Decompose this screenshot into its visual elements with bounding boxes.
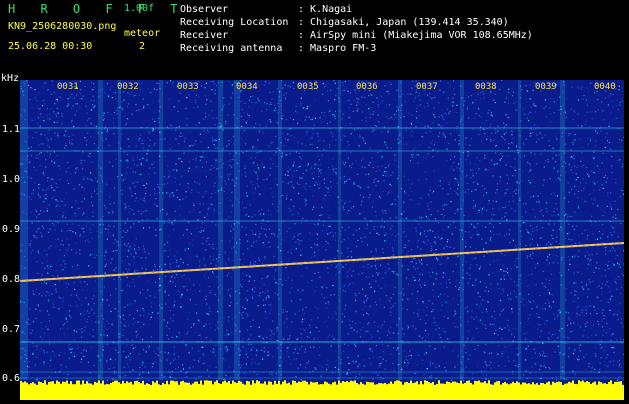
x-tick-label: 0036: [356, 82, 378, 92]
y-tick-label: 0.8: [2, 274, 20, 285]
observer-value: : K.Nagai: [298, 4, 352, 15]
x-tick-label: 0037: [416, 82, 438, 92]
file-name: KN9_2506280030.png: [8, 21, 116, 32]
x-tick-label: 0034: [236, 82, 258, 92]
app-version: 1.00f: [124, 3, 154, 14]
x-tick-label: 0039: [535, 82, 557, 92]
x-tick-label: 0035: [297, 82, 319, 92]
x-tick-label: 0040: [594, 82, 616, 92]
y-tick-label: 1.0: [2, 174, 20, 185]
antenna-value: : Maspro FM-3: [298, 43, 376, 54]
y-axis-unit: kHz: [1, 73, 19, 84]
x-tick-label: 0033: [177, 82, 199, 92]
meteor-label: meteor: [124, 28, 160, 39]
location-label: Receiving Location: [180, 16, 298, 29]
spectrogram: [20, 80, 624, 400]
station-metadata: Observer: K.Nagai Receiving Location: Ch…: [180, 3, 533, 55]
receiver-label: Receiver: [180, 29, 298, 42]
x-tick-label: 0032: [117, 82, 139, 92]
info-header: H R O F F T 1.00f KN9_2506280030.png met…: [0, 0, 629, 78]
y-tick-label: 0.7: [2, 324, 20, 335]
y-tick-label: 1.1: [2, 124, 20, 135]
spectrogram-canvas: [20, 80, 624, 400]
location-value: : Chigasaki, Japan (139.414 35.340): [298, 17, 509, 28]
x-tick-label: 0031: [57, 82, 79, 92]
observer-label: Observer: [180, 3, 298, 16]
x-tick-label: 0038: [475, 82, 497, 92]
receiver-value: : AirSpy mini (Miakejima VOR 108.65MHz): [298, 30, 533, 41]
y-tick-label: 0.9: [2, 224, 20, 235]
app-name: H R O F F T: [8, 2, 186, 16]
capture-datetime: 25.06.28 00:30: [8, 41, 92, 52]
antenna-label: Receiving antenna: [180, 42, 298, 55]
y-tick-label: 0.6: [2, 373, 20, 384]
meteor-count: 2: [139, 41, 145, 52]
